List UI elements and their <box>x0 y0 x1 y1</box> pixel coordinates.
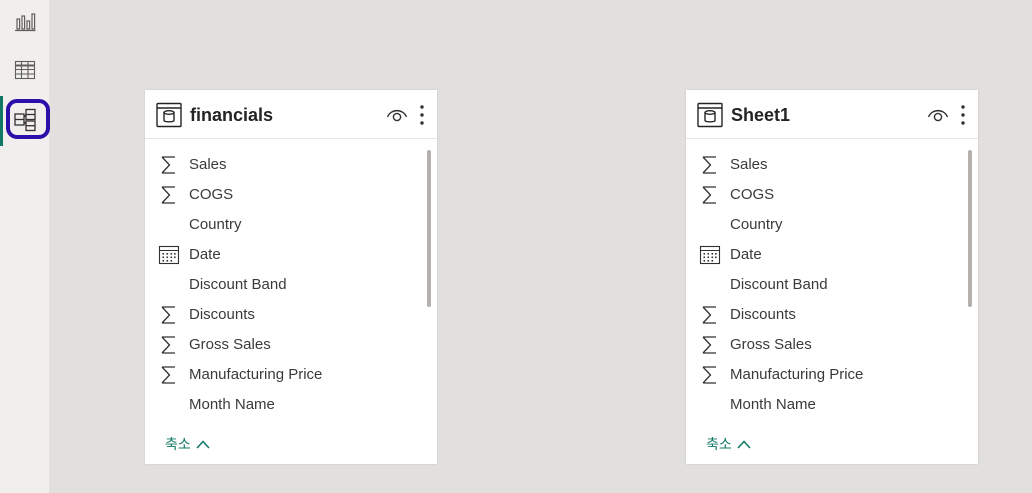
field-name: Country <box>730 216 783 233</box>
field-list: Sales COGS Country Date Discount Band Di… <box>145 150 425 420</box>
scrollbar-thumb[interactable] <box>427 150 431 307</box>
field-list: Sales COGS Country Date Discount Band Di… <box>686 150 966 420</box>
model-view-button[interactable] <box>0 98 50 142</box>
field-list-scrollbar[interactable] <box>426 148 432 420</box>
more-options-icon[interactable] <box>956 104 970 126</box>
sigma-icon <box>161 366 175 384</box>
field-name: Discount Band <box>730 276 828 293</box>
field-name: Discounts <box>730 306 796 323</box>
field-name: Country <box>189 216 242 233</box>
more-options-icon[interactable] <box>415 104 429 126</box>
field-name: Manufacturing Price <box>730 366 864 383</box>
field-item[interactable]: Discount Band <box>145 270 425 300</box>
scrollbar-thumb[interactable] <box>968 150 972 307</box>
sigma-icon <box>161 186 175 204</box>
field-item[interactable]: Manufacturing Price <box>145 360 425 390</box>
collapse-button[interactable]: 축소 <box>165 433 211 455</box>
sigma-icon <box>161 336 175 354</box>
field-item[interactable]: Month Name <box>145 390 425 420</box>
chevron-up-icon <box>737 440 751 449</box>
table-icon <box>697 102 723 128</box>
sigma-icon <box>161 306 175 324</box>
data-view-icon <box>14 60 36 80</box>
field-name: Date <box>730 246 762 263</box>
sigma-icon <box>161 156 175 174</box>
field-item[interactable]: COGS <box>686 180 966 210</box>
field-item[interactable]: Country <box>145 210 425 240</box>
calendar-icon <box>158 245 180 265</box>
sigma-icon <box>702 336 716 354</box>
table-card-sheet1[interactable]: Sheet1 Sales COGS Country Date Discount … <box>686 90 978 464</box>
table-card-financials[interactable]: financials Sales COGS Country Date Disco… <box>145 90 437 464</box>
field-item[interactable]: Gross Sales <box>686 330 966 360</box>
field-item[interactable]: Date <box>686 240 966 270</box>
visibility-eye-icon[interactable] <box>386 105 408 125</box>
field-name: Month Name <box>189 396 275 413</box>
active-view-indicator <box>0 96 3 146</box>
view-switcher-rail <box>0 0 50 493</box>
field-list-scrollbar[interactable] <box>967 148 973 420</box>
calendar-icon <box>699 245 721 265</box>
field-item[interactable]: Country <box>686 210 966 240</box>
field-name: Gross Sales <box>730 336 812 353</box>
field-item[interactable]: Date <box>145 240 425 270</box>
model-view-app: financials Sales COGS Country Date Disco… <box>0 0 1032 493</box>
visibility-eye-icon[interactable] <box>927 105 949 125</box>
table-name: financials <box>190 105 274 125</box>
field-name: Discount Band <box>189 276 287 293</box>
table-card-header[interactable]: Sheet1 <box>686 90 978 139</box>
table-card-header[interactable]: financials <box>145 90 437 139</box>
field-name: Sales <box>730 156 768 173</box>
field-name: COGS <box>730 186 775 203</box>
table-icon <box>156 102 182 128</box>
field-item[interactable]: Month Name <box>686 390 966 420</box>
sigma-icon <box>702 186 716 204</box>
model-view-icon <box>14 108 36 132</box>
field-item[interactable]: Sales <box>686 150 966 180</box>
sigma-icon <box>702 306 716 324</box>
chevron-up-icon <box>196 440 210 449</box>
field-item[interactable]: Discount Band <box>686 270 966 300</box>
collapse-label: 축소 <box>706 437 732 453</box>
field-name: Discounts <box>189 306 255 323</box>
table-name: Sheet1 <box>731 105 791 125</box>
sigma-icon <box>702 156 716 174</box>
report-view-button[interactable] <box>0 0 50 44</box>
collapse-button[interactable]: 축소 <box>706 433 752 455</box>
field-item[interactable]: Sales <box>145 150 425 180</box>
field-item[interactable]: Discounts <box>145 300 425 330</box>
field-item[interactable]: Manufacturing Price <box>686 360 966 390</box>
field-item[interactable]: COGS <box>145 180 425 210</box>
field-name: COGS <box>189 186 234 203</box>
field-name: Date <box>189 246 221 263</box>
sigma-icon <box>702 366 716 384</box>
field-name: Gross Sales <box>189 336 271 353</box>
field-item[interactable]: Gross Sales <box>145 330 425 360</box>
field-name: Manufacturing Price <box>189 366 323 383</box>
field-name: Sales <box>189 156 227 173</box>
field-name: Month Name <box>730 396 816 413</box>
collapse-label: 축소 <box>165 437 191 453</box>
data-view-button[interactable] <box>0 48 50 92</box>
field-item[interactable]: Discounts <box>686 300 966 330</box>
report-view-icon <box>15 13 36 32</box>
